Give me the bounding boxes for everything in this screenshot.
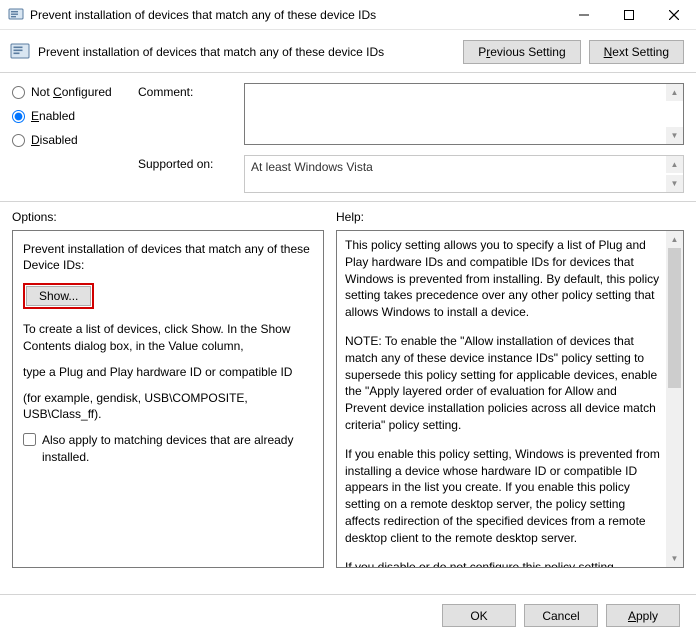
- radio-disabled-label: Disabled: [31, 133, 78, 147]
- scroll-down-icon[interactable]: ▼: [666, 550, 683, 567]
- radio-disabled[interactable]: Disabled: [12, 133, 122, 147]
- supported-on-field: At least Windows Vista ▲ ▼: [244, 155, 684, 193]
- config-area: Not Configured Enabled Disabled Comment:…: [0, 73, 696, 202]
- cancel-button[interactable]: Cancel: [524, 604, 598, 627]
- section-labels: Options: Help:: [0, 202, 696, 230]
- help-panel: This policy setting allows you to specif…: [336, 230, 684, 568]
- next-setting-button[interactable]: Next Setting: [589, 40, 684, 64]
- panels: Prevent installation of devices that mat…: [0, 230, 696, 568]
- maximize-button[interactable]: [606, 0, 651, 29]
- scroll-up-icon[interactable]: ▲: [666, 156, 683, 173]
- previous-setting-button[interactable]: Previous Setting: [463, 40, 580, 64]
- dialog-footer: OK Cancel Apply: [0, 594, 696, 636]
- radio-enabled-input[interactable]: [12, 110, 25, 123]
- policy-header: Prevent installation of devices that mat…: [0, 30, 696, 73]
- supported-scrollbar[interactable]: ▲ ▼: [666, 156, 683, 192]
- titlebar: Prevent installation of devices that mat…: [0, 0, 696, 30]
- help-p4: If you disable or do not configure this …: [345, 559, 660, 567]
- comment-label: Comment:: [138, 83, 234, 99]
- radio-not-configured-label: Not Configured: [31, 85, 112, 99]
- show-button-highlight: Show...: [23, 283, 94, 309]
- radio-not-configured-input[interactable]: [12, 86, 25, 99]
- apply-button[interactable]: Apply: [606, 604, 680, 627]
- radio-disabled-input[interactable]: [12, 134, 25, 147]
- scrollbar-track[interactable]: [666, 248, 683, 550]
- help-label: Help:: [336, 210, 364, 224]
- radio-enabled[interactable]: Enabled: [12, 109, 122, 123]
- supported-on-value: At least Windows Vista: [251, 160, 373, 174]
- scrollbar-thumb[interactable]: [668, 248, 681, 388]
- help-p1: This policy setting allows you to specif…: [345, 237, 660, 321]
- options-heading: Prevent installation of devices that mat…: [23, 241, 313, 273]
- show-button[interactable]: Show...: [26, 286, 91, 306]
- comment-textarea[interactable]: ▲ ▼: [244, 83, 684, 145]
- scroll-up-icon[interactable]: ▲: [666, 231, 683, 248]
- options-label: Options:: [12, 210, 336, 224]
- policy-name: Prevent installation of devices that mat…: [38, 45, 455, 59]
- scroll-up-icon[interactable]: ▲: [666, 84, 683, 101]
- also-apply-checkbox[interactable]: [23, 433, 36, 446]
- help-p2: NOTE: To enable the "Allow installation …: [345, 333, 660, 434]
- options-panel: Prevent installation of devices that mat…: [12, 230, 324, 568]
- fields-grid: Comment: ▲ ▼ Supported on: At least Wind…: [138, 83, 684, 193]
- radio-enabled-label: Enabled: [31, 109, 75, 123]
- ok-button[interactable]: OK: [442, 604, 516, 627]
- also-apply-row[interactable]: Also apply to matching devices that are …: [23, 432, 313, 464]
- state-radio-group: Not Configured Enabled Disabled: [12, 83, 122, 193]
- minimize-button[interactable]: [561, 0, 606, 29]
- comment-scrollbar[interactable]: ▲ ▼: [666, 84, 683, 144]
- radio-not-configured[interactable]: Not Configured: [12, 85, 122, 99]
- app-icon: [8, 7, 24, 23]
- scroll-down-icon[interactable]: ▼: [666, 127, 683, 144]
- window-controls: [561, 0, 696, 29]
- scroll-down-icon[interactable]: ▼: [666, 175, 683, 192]
- close-button[interactable]: [651, 0, 696, 29]
- also-apply-label: Also apply to matching devices that are …: [42, 432, 313, 464]
- help-text: This policy setting allows you to specif…: [337, 231, 666, 567]
- options-instr-1: To create a list of devices, click Show.…: [23, 321, 313, 353]
- window-title: Prevent installation of devices that mat…: [30, 8, 561, 22]
- help-scrollbar[interactable]: ▲ ▼: [666, 231, 683, 567]
- options-instr-2: type a Plug and Play hardware ID or comp…: [23, 364, 313, 380]
- options-instr-3: (for example, gendisk, USB\COMPOSITE, US…: [23, 390, 313, 422]
- supported-label: Supported on:: [138, 155, 234, 171]
- policy-icon: [10, 42, 30, 62]
- help-p3: If you enable this policy setting, Windo…: [345, 446, 660, 547]
